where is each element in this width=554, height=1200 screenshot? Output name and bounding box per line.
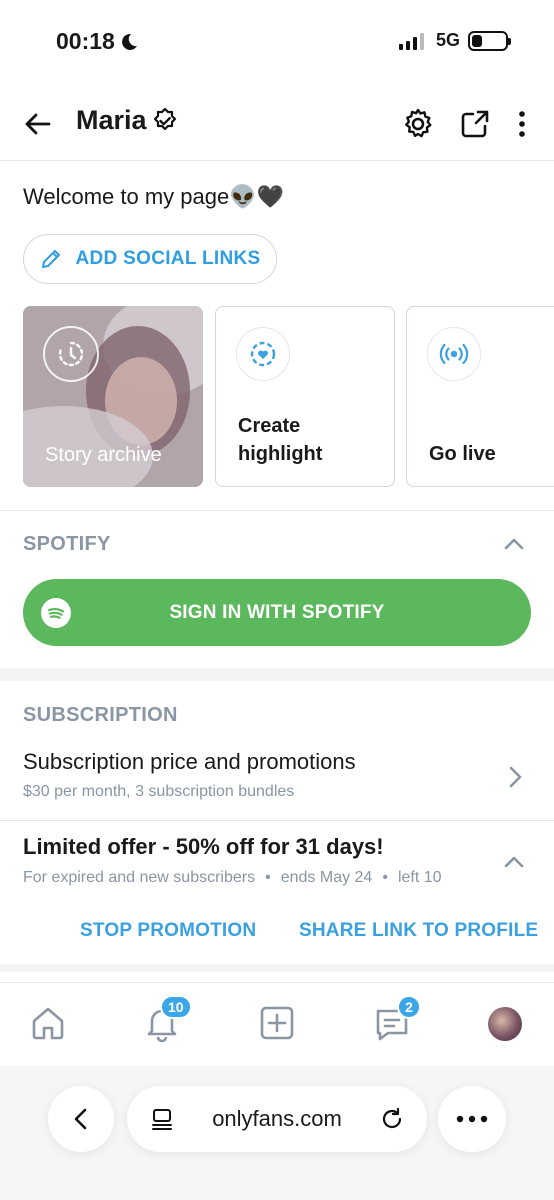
sign-in-spotify-button[interactable]: SIGN IN WITH SPOTIFY <box>23 579 531 646</box>
create-highlight-line1: Create <box>238 415 301 437</box>
subscription-section-title: SUBSCRIPTION <box>23 704 178 726</box>
story-archive-card[interactable]: Story archive <box>23 306 203 487</box>
broadcast-icon <box>427 327 481 381</box>
create-highlight-line2: highlight <box>238 443 323 465</box>
browser-back-button[interactable] <box>48 1086 114 1152</box>
go-live-card[interactable]: Go live <box>406 306 554 487</box>
promotion-audience: For expired and new subscribers <box>23 869 256 886</box>
messages-tab[interactable]: 2 <box>372 995 421 1043</box>
section-divider <box>0 510 554 511</box>
share-icon[interactable] <box>457 106 493 142</box>
chevron-up-icon[interactable] <box>501 849 527 875</box>
spotify-section-title: SPOTIFY <box>23 533 111 555</box>
profile-header: Maria <box>0 96 554 152</box>
page-menu-icon[interactable] <box>149 1106 175 1132</box>
back-arrow-icon[interactable] <box>22 108 54 140</box>
messages-badge: 2 <box>397 995 421 1019</box>
profile-name: Maria <box>76 105 147 135</box>
chevron-right-icon[interactable] <box>502 764 528 790</box>
signal-icon <box>398 32 424 50</box>
page-title: Maria <box>76 105 179 136</box>
browser-toolbar: onlyfans.com <box>0 1066 554 1200</box>
battery-icon <box>468 30 511 51</box>
status-bar: 00:18 5G <box>0 0 554 84</box>
add-social-links-button[interactable]: ADD SOCIAL LINKS <box>23 234 277 284</box>
bottom-tab-bar: 10 2 <box>0 982 554 1066</box>
verified-badge-icon <box>153 107 176 130</box>
settings-gear-icon[interactable] <box>400 106 436 142</box>
story-archive-label: Story archive <box>45 444 162 466</box>
url-text: onlyfans.com <box>212 1106 342 1131</box>
go-live-label: Go live <box>429 443 496 465</box>
more-horizontal-icon <box>456 1115 488 1123</box>
chevron-up-icon[interactable] <box>501 531 527 557</box>
notifications-tab[interactable]: 10 <box>142 995 192 1043</box>
reload-icon[interactable] <box>379 1106 405 1132</box>
separator-dot: • <box>382 869 388 886</box>
add-social-links-label: ADD SOCIAL LINKS <box>75 248 261 269</box>
section-separator <box>0 964 554 972</box>
history-clock-icon <box>43 326 99 382</box>
clock-text: 00:18 <box>56 28 115 54</box>
add-post-icon[interactable] <box>257 1003 297 1043</box>
chevron-left-icon <box>74 1108 87 1130</box>
subscription-price-subtitle: $30 per month, 3 subscription bundles <box>23 783 295 800</box>
browser-url-bar[interactable]: onlyfans.com <box>127 1086 427 1152</box>
avatar[interactable] <box>488 1007 522 1041</box>
section-separator <box>0 668 554 681</box>
status-indicators: 5G <box>398 30 511 51</box>
promotion-title: Limited offer - 50% off for 31 days! <box>23 834 384 859</box>
create-highlight-card[interactable]: Create highlight <box>215 306 395 487</box>
sign-in-spotify-label: SIGN IN WITH SPOTIFY <box>169 601 385 623</box>
home-icon[interactable] <box>28 1003 68 1043</box>
spotify-icon <box>41 598 71 628</box>
row-divider <box>0 820 554 821</box>
more-vertical-icon[interactable] <box>504 106 540 142</box>
battery-level <box>472 34 482 47</box>
header-divider <box>0 160 554 161</box>
pencil-icon <box>41 250 60 268</box>
network-type: 5G <box>435 30 460 50</box>
separator-dot: • <box>265 869 271 886</box>
create-highlight-label: Create highlight <box>238 412 322 468</box>
browser-more-button[interactable] <box>438 1086 506 1152</box>
promotion-ends: ends May 24 <box>280 869 373 886</box>
moon-icon <box>121 33 137 50</box>
subscription-price-title: Subscription price and promotions <box>23 749 356 774</box>
promotion-meta: For expired and new subscribers • ends M… <box>23 869 442 887</box>
promotion-left: left 10 <box>397 869 442 886</box>
notifications-badge: 10 <box>160 995 192 1019</box>
status-time: 00:18 <box>56 28 139 55</box>
share-link-to-profile-button[interactable]: SHARE LINK TO PROFILE <box>299 920 538 942</box>
profile-bio: Welcome to my page👽🖤 <box>23 184 285 209</box>
highlight-heart-icon <box>236 327 290 381</box>
stop-promotion-button[interactable]: STOP PROMOTION <box>80 920 256 942</box>
